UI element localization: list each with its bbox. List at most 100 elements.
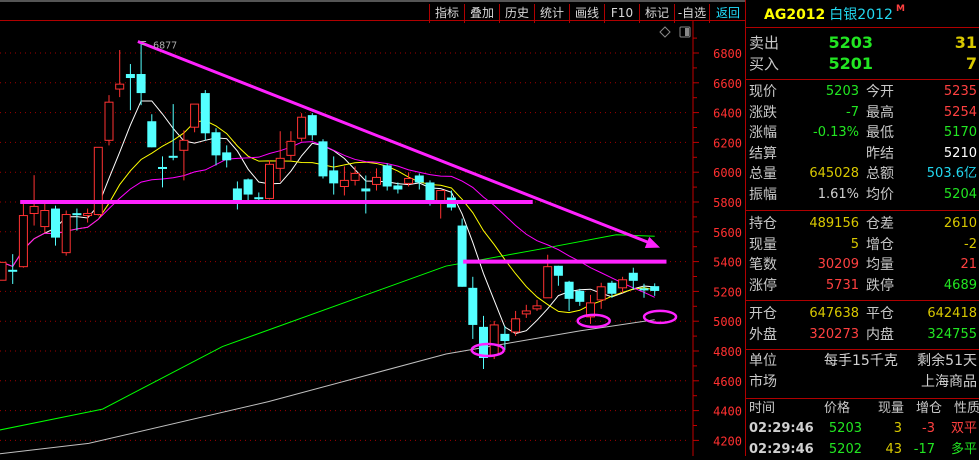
f10-button[interactable]: F10	[604, 4, 639, 23]
trades-header: 时间 价格 现量 增仓 性质	[746, 399, 979, 419]
field-label: 均量	[866, 257, 894, 274]
field-value: 4689	[943, 278, 977, 294]
indicator-button[interactable]: 指标	[429, 4, 464, 23]
field-value: 324755	[927, 326, 977, 342]
remove-watchlist-button[interactable]: -自选	[674, 4, 709, 23]
field-value: -0.13%	[813, 125, 859, 140]
candle-body	[628, 272, 638, 281]
candle	[254, 192, 264, 201]
candlestick-chart[interactable]: 6800 6600 6400 6200 6000 5800 5600 5400 5200 5000…	[0, 0, 745, 456]
draw-line-button[interactable]: 画线	[569, 4, 604, 23]
orderbook-row[interactable]: 买入 5201 7	[746, 54, 979, 74]
candle-body	[575, 290, 585, 302]
candle-body	[29, 205, 39, 214]
candle-body	[115, 83, 125, 90]
candle-body	[532, 305, 542, 310]
field-value: 5203	[825, 84, 859, 99]
candle	[286, 131, 296, 161]
field-value: -2	[964, 236, 977, 252]
candle-body	[275, 157, 285, 169]
candle-body	[339, 179, 349, 188]
candle-body	[489, 324, 499, 356]
field-label: 振幅	[749, 186, 777, 203]
instrument-name: 白银2012	[829, 7, 893, 23]
remaining-days: 剩余51天	[917, 353, 977, 369]
candle-body	[511, 318, 521, 333]
candle-body	[222, 152, 232, 161]
field-value: 21	[960, 257, 977, 273]
order-price: 5203	[828, 33, 873, 52]
field-value: 5170	[943, 125, 977, 140]
diamond-icon[interactable]	[659, 26, 671, 38]
candle-body	[190, 103, 200, 128]
candle-body	[147, 121, 157, 148]
field-value: 5210	[943, 145, 977, 161]
candle-body	[457, 225, 467, 287]
position-row: 持仓 489156 仓差 2610	[746, 214, 979, 234]
candle	[18, 203, 28, 268]
candle	[457, 218, 467, 287]
candle-body	[479, 326, 488, 359]
quote-row: 涨跌 -7 最高 5254	[746, 103, 979, 123]
candle	[136, 41, 146, 106]
field-label: 外盘	[749, 326, 777, 343]
candle	[532, 299, 542, 311]
quote-row: 总量 645028 总额 503.6亿	[746, 164, 979, 184]
candle-body	[414, 175, 424, 183]
trade-row[interactable]: 02:29:46 5202 43 -17 多平	[746, 440, 979, 460]
divider	[746, 79, 979, 80]
candle	[265, 160, 274, 200]
market-value: 上海商品	[921, 374, 977, 390]
history-button[interactable]: 历史	[499, 4, 534, 23]
trade-nature: 多平	[950, 442, 977, 457]
candle	[222, 145, 232, 168]
candle	[8, 254, 18, 284]
trade-row[interactable]: 02:29:46 5203 3 -3 双平	[746, 419, 979, 439]
ma120-line	[0, 319, 655, 455]
divider	[746, 27, 979, 28]
candle-body	[521, 310, 531, 315]
candle	[40, 200, 50, 233]
instrument-title: AG2012 白银2012 M	[764, 4, 905, 24]
candle-body	[286, 140, 296, 156]
candle-body	[0, 261, 7, 281]
quote-row: 涨幅 -0.13% 最低 5170	[746, 123, 979, 143]
tick-label: 6200	[713, 136, 742, 150]
candle-body	[404, 177, 414, 184]
tick-label: 5200	[713, 285, 742, 299]
back-button[interactable]: 返回	[709, 4, 746, 23]
tick-label: 4200	[713, 434, 742, 448]
tick-label: 5600	[713, 226, 742, 240]
statistics-button[interactable]: 统计	[534, 4, 569, 23]
side-label: 卖出	[749, 34, 780, 52]
field-value: 5235	[943, 84, 977, 99]
field-label: 最低	[866, 125, 894, 141]
candle-body	[425, 182, 435, 203]
candle	[479, 315, 488, 370]
candle-body	[200, 93, 210, 134]
candle-body	[168, 155, 178, 158]
overlay-button[interactable]: 叠加	[464, 4, 499, 23]
field-label: 仓差	[866, 216, 894, 232]
candle-body	[18, 215, 28, 268]
field-label: 持仓	[749, 216, 777, 232]
candle	[307, 113, 317, 141]
panel-toggle-icon[interactable]	[679, 26, 691, 38]
field-value: 5	[850, 236, 859, 252]
mark-button[interactable]: 标记	[639, 4, 674, 23]
position-row: 现量 5 增仓 -2	[746, 235, 979, 255]
candle	[83, 208, 93, 223]
candle-body	[136, 74, 146, 94]
market-row: 市场 上海商品	[746, 372, 979, 392]
candle	[618, 276, 628, 293]
candle-body	[40, 209, 50, 228]
field-label: 今开	[866, 84, 894, 100]
order-volume: 31	[954, 33, 977, 52]
candle	[61, 210, 71, 256]
orderbook-row[interactable]: 卖出 5203 31	[746, 33, 979, 53]
candle-body	[468, 287, 478, 325]
unit-row: 单位 每手15千克 剩余51天	[746, 351, 979, 371]
field-value: 5204	[943, 186, 977, 202]
candle-body	[618, 279, 628, 289]
candle-body	[51, 208, 60, 238]
